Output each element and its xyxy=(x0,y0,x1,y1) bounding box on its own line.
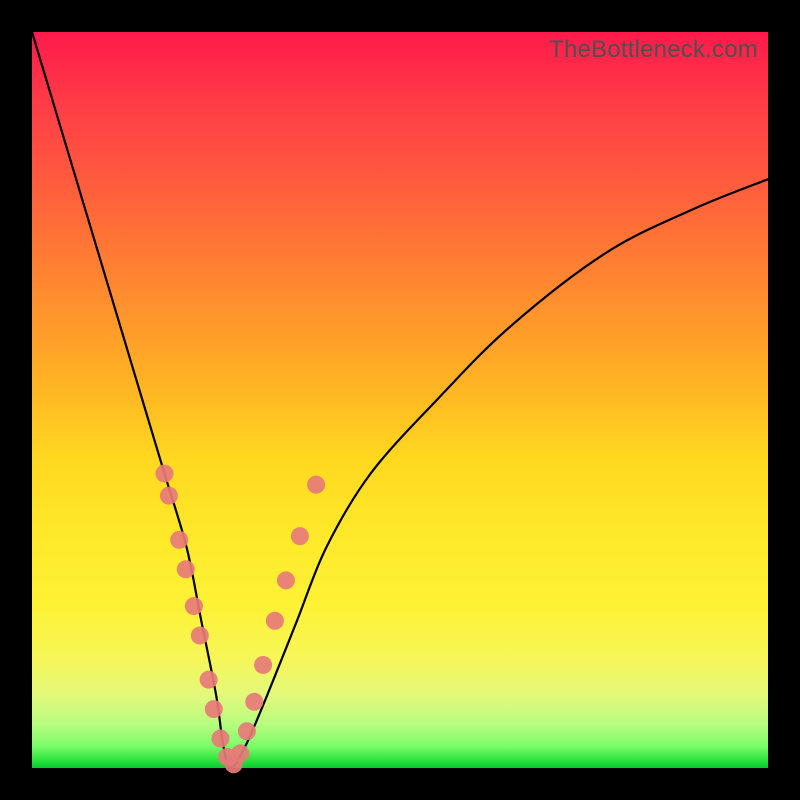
sample-dot xyxy=(177,560,195,578)
bottleneck-curve xyxy=(32,32,768,768)
sample-dot xyxy=(231,744,249,762)
sample-dot xyxy=(277,571,295,589)
sample-dot xyxy=(245,693,263,711)
sample-dot xyxy=(191,627,209,645)
sample-dot xyxy=(307,476,325,494)
sample-dot xyxy=(155,465,173,483)
sample-dot xyxy=(238,722,256,740)
sample-dot xyxy=(185,597,203,615)
sample-dot xyxy=(200,671,218,689)
plot-area: TheBottleneck.com xyxy=(32,32,768,768)
chart-frame: TheBottleneck.com xyxy=(0,0,800,800)
sample-dot xyxy=(170,531,188,549)
curve-svg xyxy=(32,32,768,768)
sample-dot xyxy=(254,656,272,674)
sample-dot xyxy=(291,527,309,545)
sample-dot xyxy=(211,730,229,748)
sample-dots-group xyxy=(155,465,325,774)
sample-dot xyxy=(266,612,284,630)
sample-dot xyxy=(205,700,223,718)
sample-dot xyxy=(160,487,178,505)
